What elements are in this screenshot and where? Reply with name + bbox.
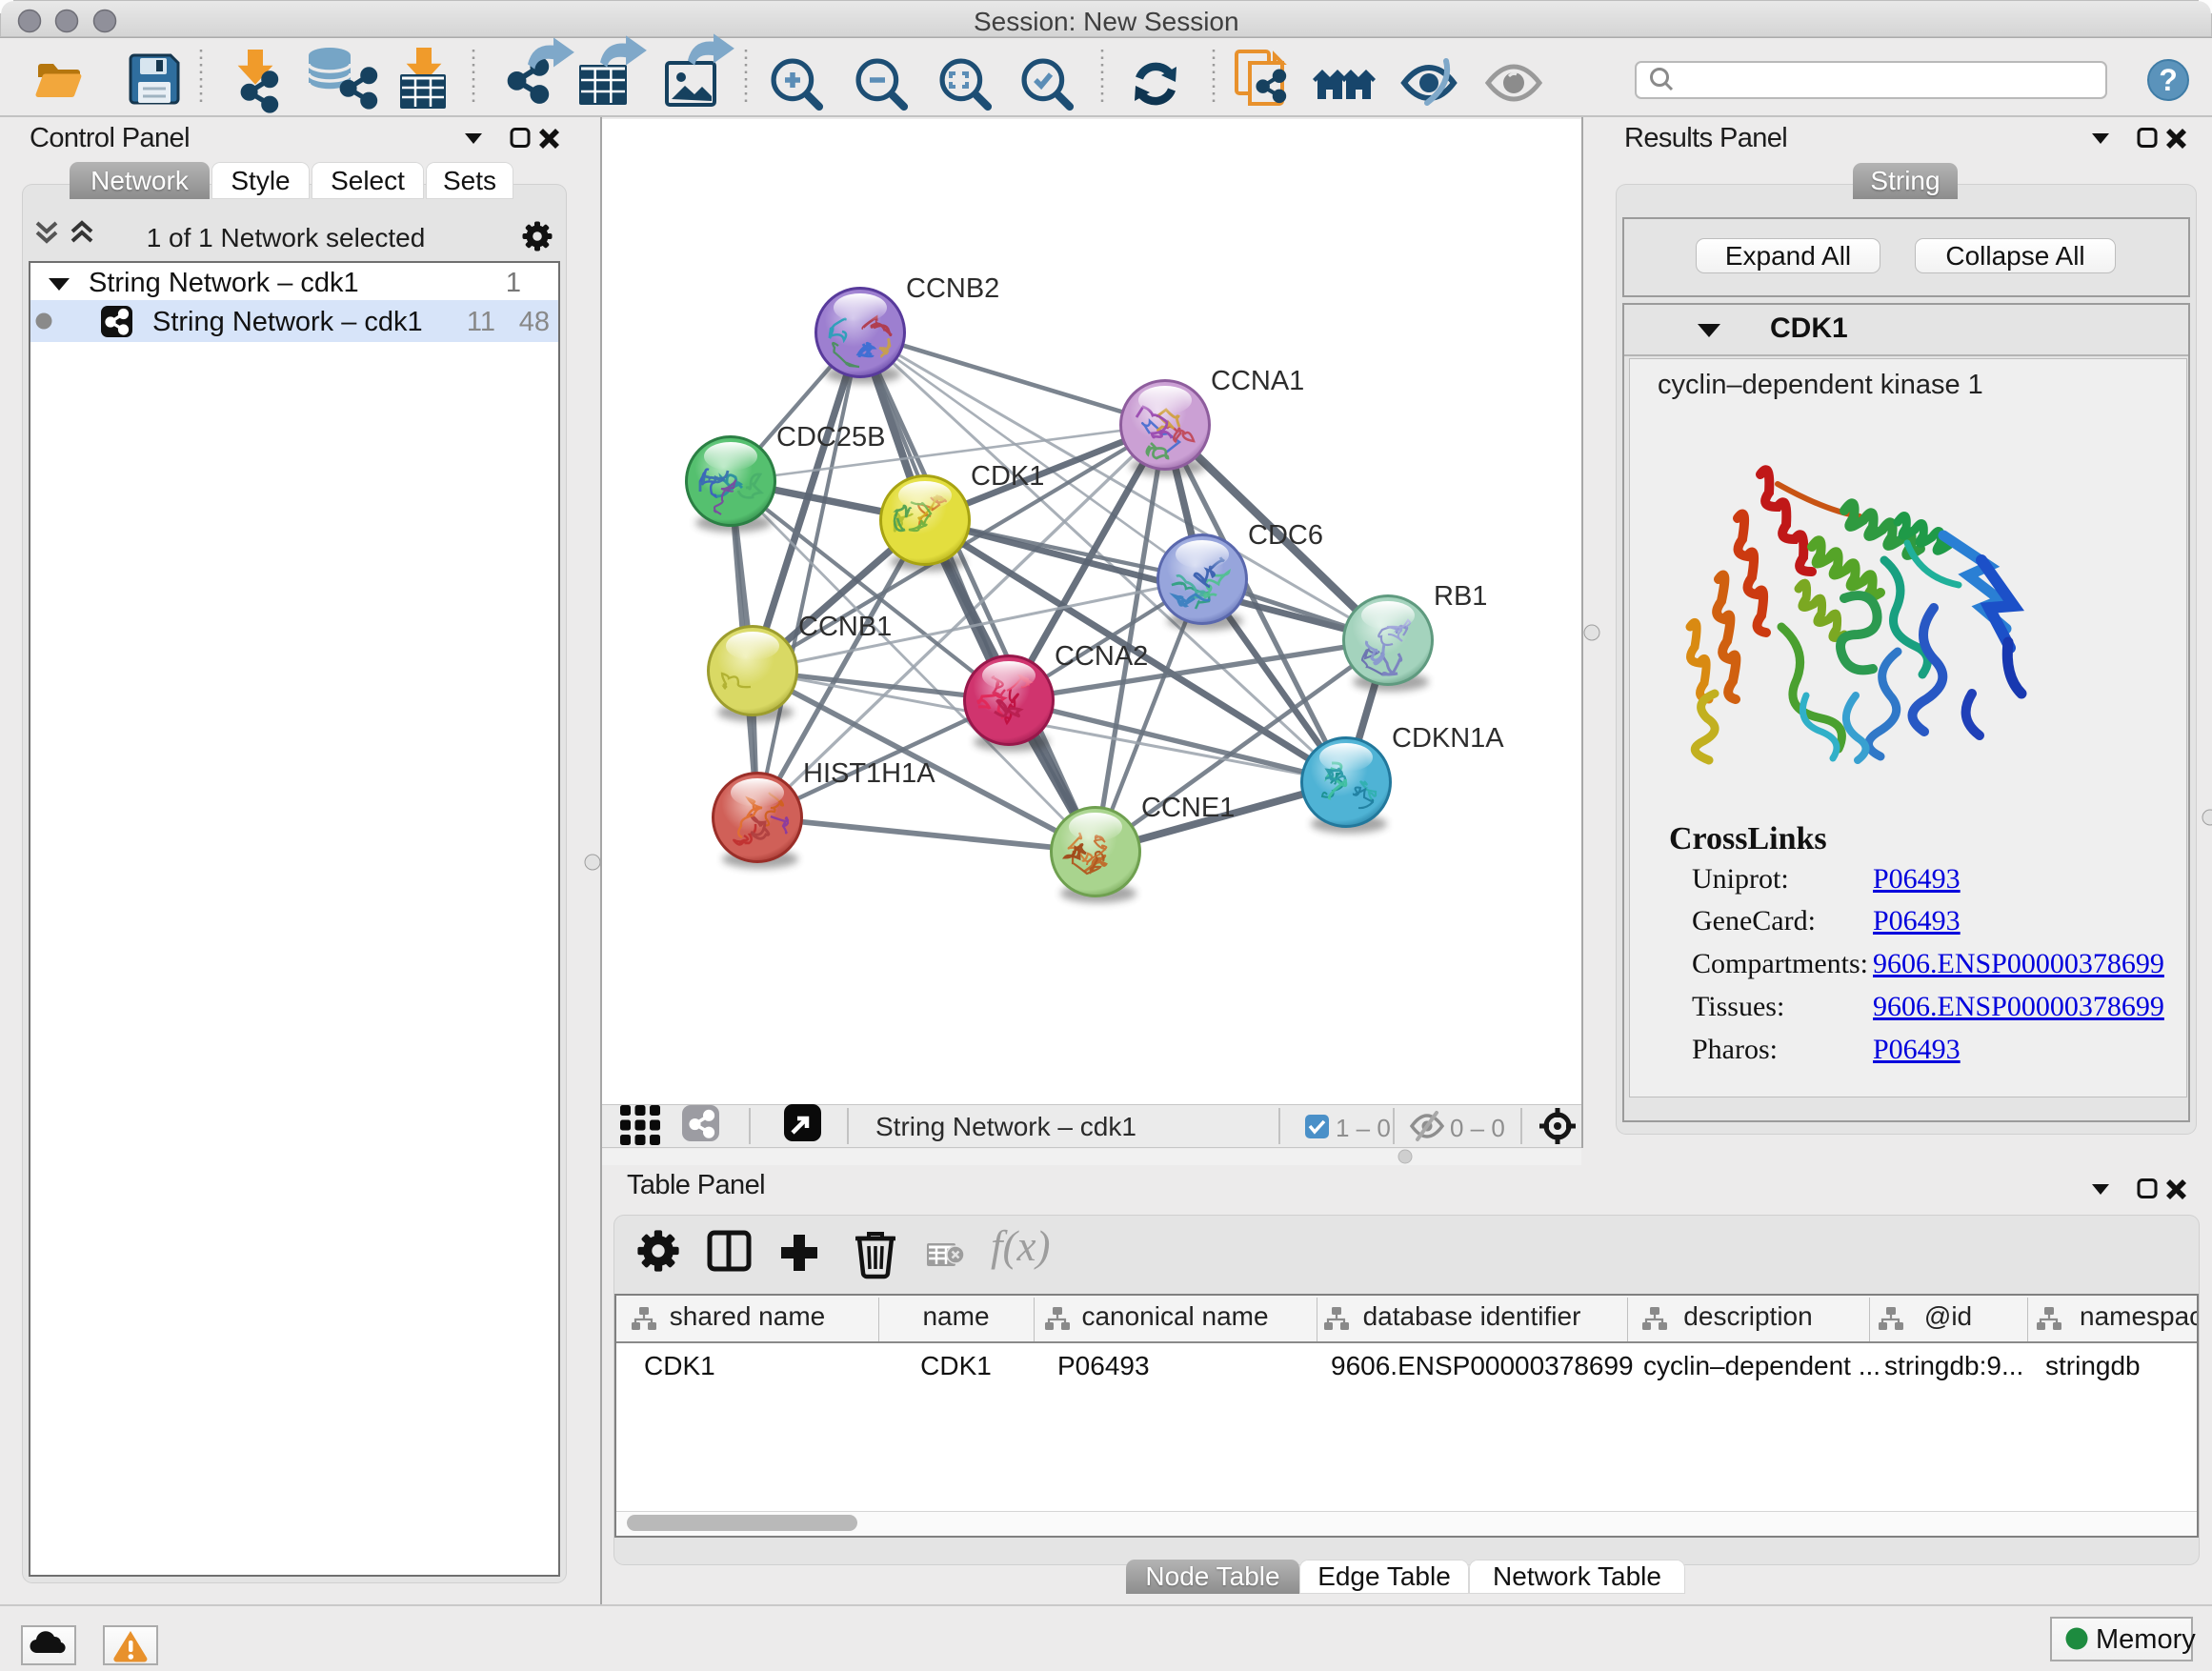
svg-text:CCNA2: CCNA2 — [1055, 641, 1148, 672]
svg-text:CCNB1: CCNB1 — [798, 612, 892, 642]
svg-text:CCNA1: CCNA1 — [1211, 366, 1304, 396]
svg-text:CDKN1A: CDKN1A — [1392, 723, 1504, 754]
svg-text:CCNE1: CCNE1 — [1141, 793, 1235, 823]
svg-text:CDC6: CDC6 — [1248, 520, 1323, 551]
svg-text:RB1: RB1 — [1434, 581, 1487, 612]
svg-text:CDK1: CDK1 — [971, 461, 1044, 492]
svg-text:CDC25B: CDC25B — [776, 422, 885, 453]
svg-text:CCNB2: CCNB2 — [906, 273, 999, 304]
svg-text:HIST1H1A: HIST1H1A — [803, 758, 935, 789]
